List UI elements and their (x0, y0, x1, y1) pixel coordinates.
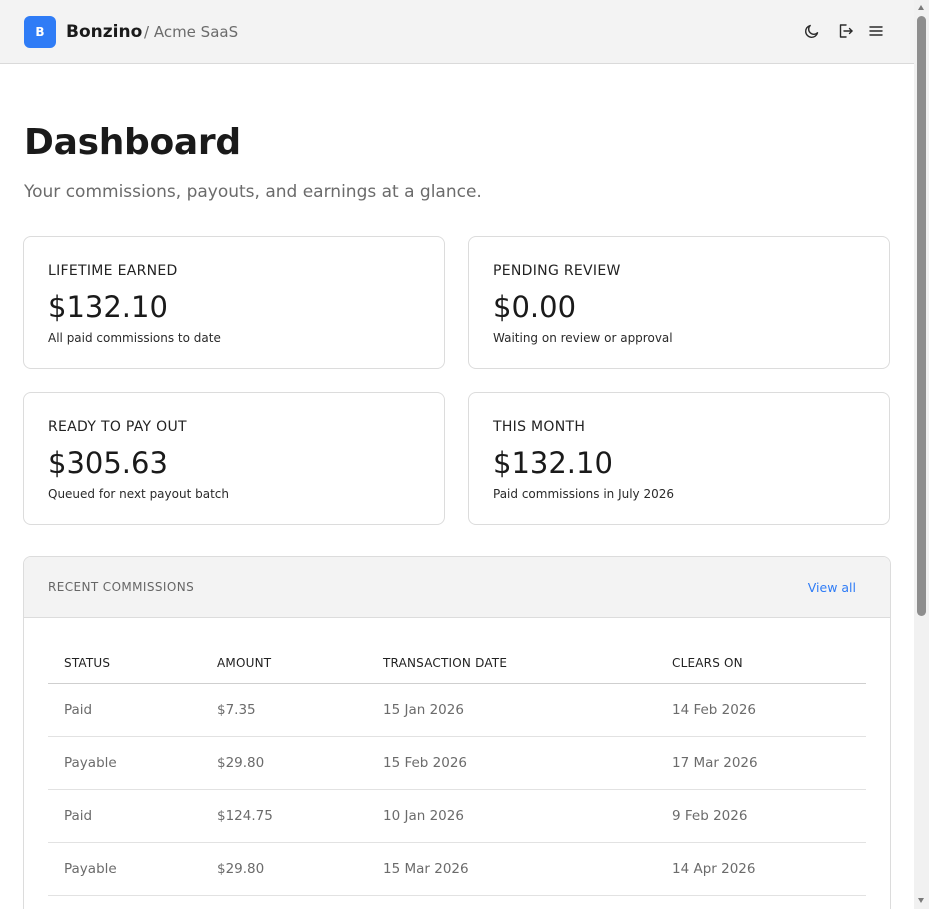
stat-description: Queued for next payout batch (48, 487, 229, 501)
column-header-clears-on[interactable]: CLEARS ON (656, 643, 866, 684)
cell-transaction-date: 15 Mar 2026 (367, 842, 656, 896)
cell-transaction-date: 15 Feb 2026 (367, 736, 656, 790)
scroll-thumb[interactable] (917, 16, 926, 616)
table-row[interactable]: Payable $29.80 15 Feb 2026 17 Mar 2026 (48, 736, 866, 790)
recent-commissions-panel: RECENT COMMISSIONS View all STATUS AMOUN… (23, 556, 891, 909)
cell-status: Payable (48, 736, 201, 790)
stat-label: PENDING REVIEW (493, 263, 621, 279)
cell-amount: $124.75 (201, 789, 367, 843)
cell-clears-on: 14 Feb 2026 (656, 683, 866, 737)
stat-value: $0.00 (493, 290, 577, 324)
panel-header: RECENT COMMISSIONS View all (24, 557, 890, 618)
stat-card-ready-to-pay-out: READY TO PAY OUT $305.63 Queued for next… (23, 392, 445, 525)
column-header-amount[interactable]: AMOUNT (201, 643, 367, 684)
stat-card-lifetime-earned: LIFETIME EARNED $132.10 All paid commiss… (23, 236, 445, 369)
logout-icon[interactable] (836, 22, 854, 40)
page-scrollbar[interactable] (914, 0, 929, 909)
cell-status: Paid (48, 683, 201, 737)
table-row[interactable]: Paid $124.75 10 Jan 2026 9 Feb 2026 (48, 789, 866, 843)
app-viewport: B Bonzino / Acme SaaS Dashboard Your com… (0, 0, 929, 909)
page-subtitle: Your commissions, payouts, and earnings … (24, 182, 482, 202)
stat-description: Waiting on review or approval (493, 331, 673, 345)
cell-amount: $29.80 (201, 736, 367, 790)
stat-card-pending-review: PENDING REVIEW $0.00 Waiting on review o… (468, 236, 890, 369)
stat-value: $132.10 (48, 290, 168, 324)
commissions-table: STATUS AMOUNT TRANSACTION DATE CLEARS ON… (48, 643, 866, 896)
moon-icon[interactable] (803, 22, 821, 40)
breadcrumb[interactable]: / Acme SaaS (144, 21, 238, 43)
top-bar: B Bonzino / Acme SaaS (0, 0, 914, 64)
cell-clears-on: 17 Mar 2026 (656, 736, 866, 790)
stat-description: Paid commissions in July 2026 (493, 487, 675, 501)
scroll-up-arrow-icon[interactable] (914, 2, 929, 14)
table-header-row: STATUS AMOUNT TRANSACTION DATE CLEARS ON (48, 643, 866, 684)
stat-label: LIFETIME EARNED (48, 263, 178, 279)
stat-description: All paid commissions to date (48, 331, 221, 345)
cell-amount: $29.80 (201, 842, 367, 896)
stat-label: READY TO PAY OUT (48, 419, 187, 435)
cell-transaction-date: 10 Jan 2026 (367, 789, 656, 843)
table-row[interactable]: Payable $29.80 15 Mar 2026 14 Apr 2026 (48, 842, 866, 896)
column-header-status[interactable]: STATUS (48, 643, 201, 684)
table-row[interactable]: Paid $7.35 15 Jan 2026 14 Feb 2026 (48, 683, 866, 737)
scroll-down-arrow-icon[interactable] (914, 895, 929, 907)
cell-clears-on: 14 Apr 2026 (656, 842, 866, 896)
cell-status: Payable (48, 842, 201, 896)
stat-value: $132.10 (493, 446, 613, 480)
logo[interactable]: B (24, 16, 56, 48)
page-title: Dashboard (24, 122, 241, 163)
panel-title: RECENT COMMISSIONS (48, 580, 195, 594)
stat-value: $305.63 (48, 446, 168, 480)
view-all-link[interactable]: View all (808, 580, 856, 595)
stat-label: THIS MONTH (493, 419, 586, 435)
cell-amount: $7.35 (201, 683, 367, 737)
cell-clears-on: 9 Feb 2026 (656, 789, 866, 843)
menu-icon[interactable] (867, 22, 885, 40)
brand-name[interactable]: Bonzino (66, 20, 142, 44)
cell-status: Paid (48, 789, 201, 843)
column-header-transaction-date[interactable]: TRANSACTION DATE (367, 643, 656, 684)
cell-transaction-date: 15 Jan 2026 (367, 683, 656, 737)
stat-card-this-month: THIS MONTH $132.10 Paid commissions in J… (468, 392, 890, 525)
